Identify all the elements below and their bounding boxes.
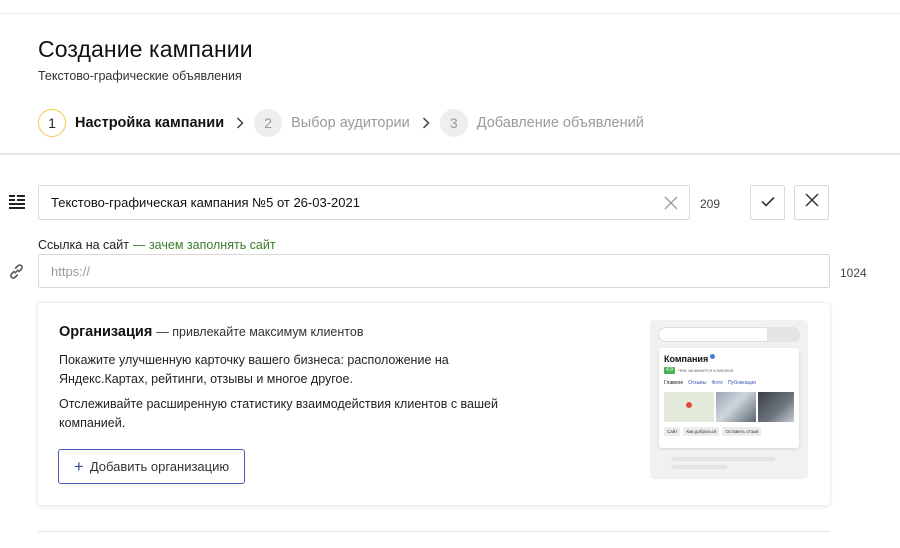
organization-card-preview: Компания 4.9 Чем занимается компания Гла… [650, 320, 808, 479]
campaign-name-field[interactable]: Текстово-графическая кампания №5 от 26-0… [38, 185, 690, 220]
step-2-number[interactable]: 2 [254, 108, 283, 137]
preview-tab: Публикации [727, 380, 756, 386]
verified-badge-icon [710, 354, 716, 359]
preview-action: Сайт [664, 427, 681, 436]
preview-company-text: Компания [664, 354, 709, 364]
preview-placeholder-line [671, 457, 775, 461]
site-url-counter: 1024 [840, 266, 867, 280]
preview-business-card: Компания 4.9 Чем занимается компания Гла… [659, 348, 799, 448]
section-divider [0, 153, 900, 155]
site-link-label: Ссылка на сайт — зачем заполнять сайт [38, 238, 276, 252]
preview-action: Как добраться [683, 427, 720, 436]
chevron-right-icon [236, 116, 244, 129]
preview-rating-text: Чем занимается компания [677, 368, 734, 373]
top-divider [0, 13, 900, 14]
preview-rating-value: 4.9 [664, 367, 675, 374]
preview-tabs: Главное Отзывы Фото Публикации [664, 380, 756, 386]
organization-heading: Организация — привлекайте максимум клиент… [59, 324, 363, 340]
preview-search-bar [658, 327, 800, 342]
cancel-button[interactable] [794, 185, 829, 220]
organization-description: Покажите улучшенную карточку вашего бизн… [59, 353, 449, 386]
preview-tab: Отзывы [688, 380, 707, 386]
preview-tab: Главное [664, 380, 684, 386]
organization-tagline: — привлекайте максимум клиентов [156, 325, 364, 339]
page-subtitle: Текстово-графические объявления [38, 69, 242, 83]
plus-icon: + [73, 457, 84, 476]
preview-action: Оставить отзыв [722, 427, 762, 436]
preview-photo [758, 392, 794, 422]
step-2-label[interactable]: Выбор аудитории [291, 115, 410, 131]
step-1-label[interactable]: Настройка кампании [75, 115, 224, 131]
stepper: 1 Настройка кампании 2 Выбор аудитории 3… [38, 108, 644, 137]
organization-statistics-description: Отслеживайте расширенную статистику взаи… [59, 397, 498, 430]
step-3-number[interactable]: 3 [439, 108, 468, 137]
preview-map-thumbnail [664, 392, 714, 422]
why-fill-site-link[interactable]: — зачем заполнять сайт [133, 238, 276, 252]
chevron-right-icon [422, 116, 430, 129]
site-url-input[interactable] [51, 263, 829, 279]
preview-search-button [767, 327, 799, 342]
organization-title: Организация [59, 324, 153, 340]
page-title: Создание кампании [38, 36, 253, 62]
close-icon[interactable] [663, 195, 679, 211]
organization-card: Организация — привлекайте максимум клиент… [38, 303, 830, 505]
text-lines-icon [9, 195, 25, 209]
preview-tab: Фото [711, 380, 723, 386]
preview-rating: 4.9 Чем занимается компания [664, 367, 733, 374]
preview-company-name: Компания [664, 354, 716, 364]
confirm-button[interactable] [750, 185, 785, 220]
add-organization-button[interactable]: + Добавить организацию [58, 449, 245, 484]
bottom-divider [38, 531, 830, 532]
step-1-number[interactable]: 1 [38, 108, 66, 137]
preview-actions: Сайт Как добраться Оставить отзыв [664, 427, 762, 436]
link-icon [8, 263, 25, 280]
add-organization-label: Добавить организацию [89, 459, 230, 474]
site-link-label-text: Ссылка на сайт [38, 238, 129, 252]
step-3-label[interactable]: Добавление объявлений [477, 115, 644, 131]
map-pin-icon [686, 402, 692, 408]
campaign-name-counter: 209 [700, 197, 721, 211]
site-url-field[interactable] [38, 254, 830, 288]
preview-photo [716, 392, 756, 422]
campaign-name-value[interactable]: Текстово-графическая кампания №5 от 26-0… [51, 195, 360, 210]
preview-photos [664, 392, 794, 422]
check-icon [760, 194, 775, 212]
preview-placeholder-line [671, 465, 727, 469]
close-icon [804, 193, 819, 212]
